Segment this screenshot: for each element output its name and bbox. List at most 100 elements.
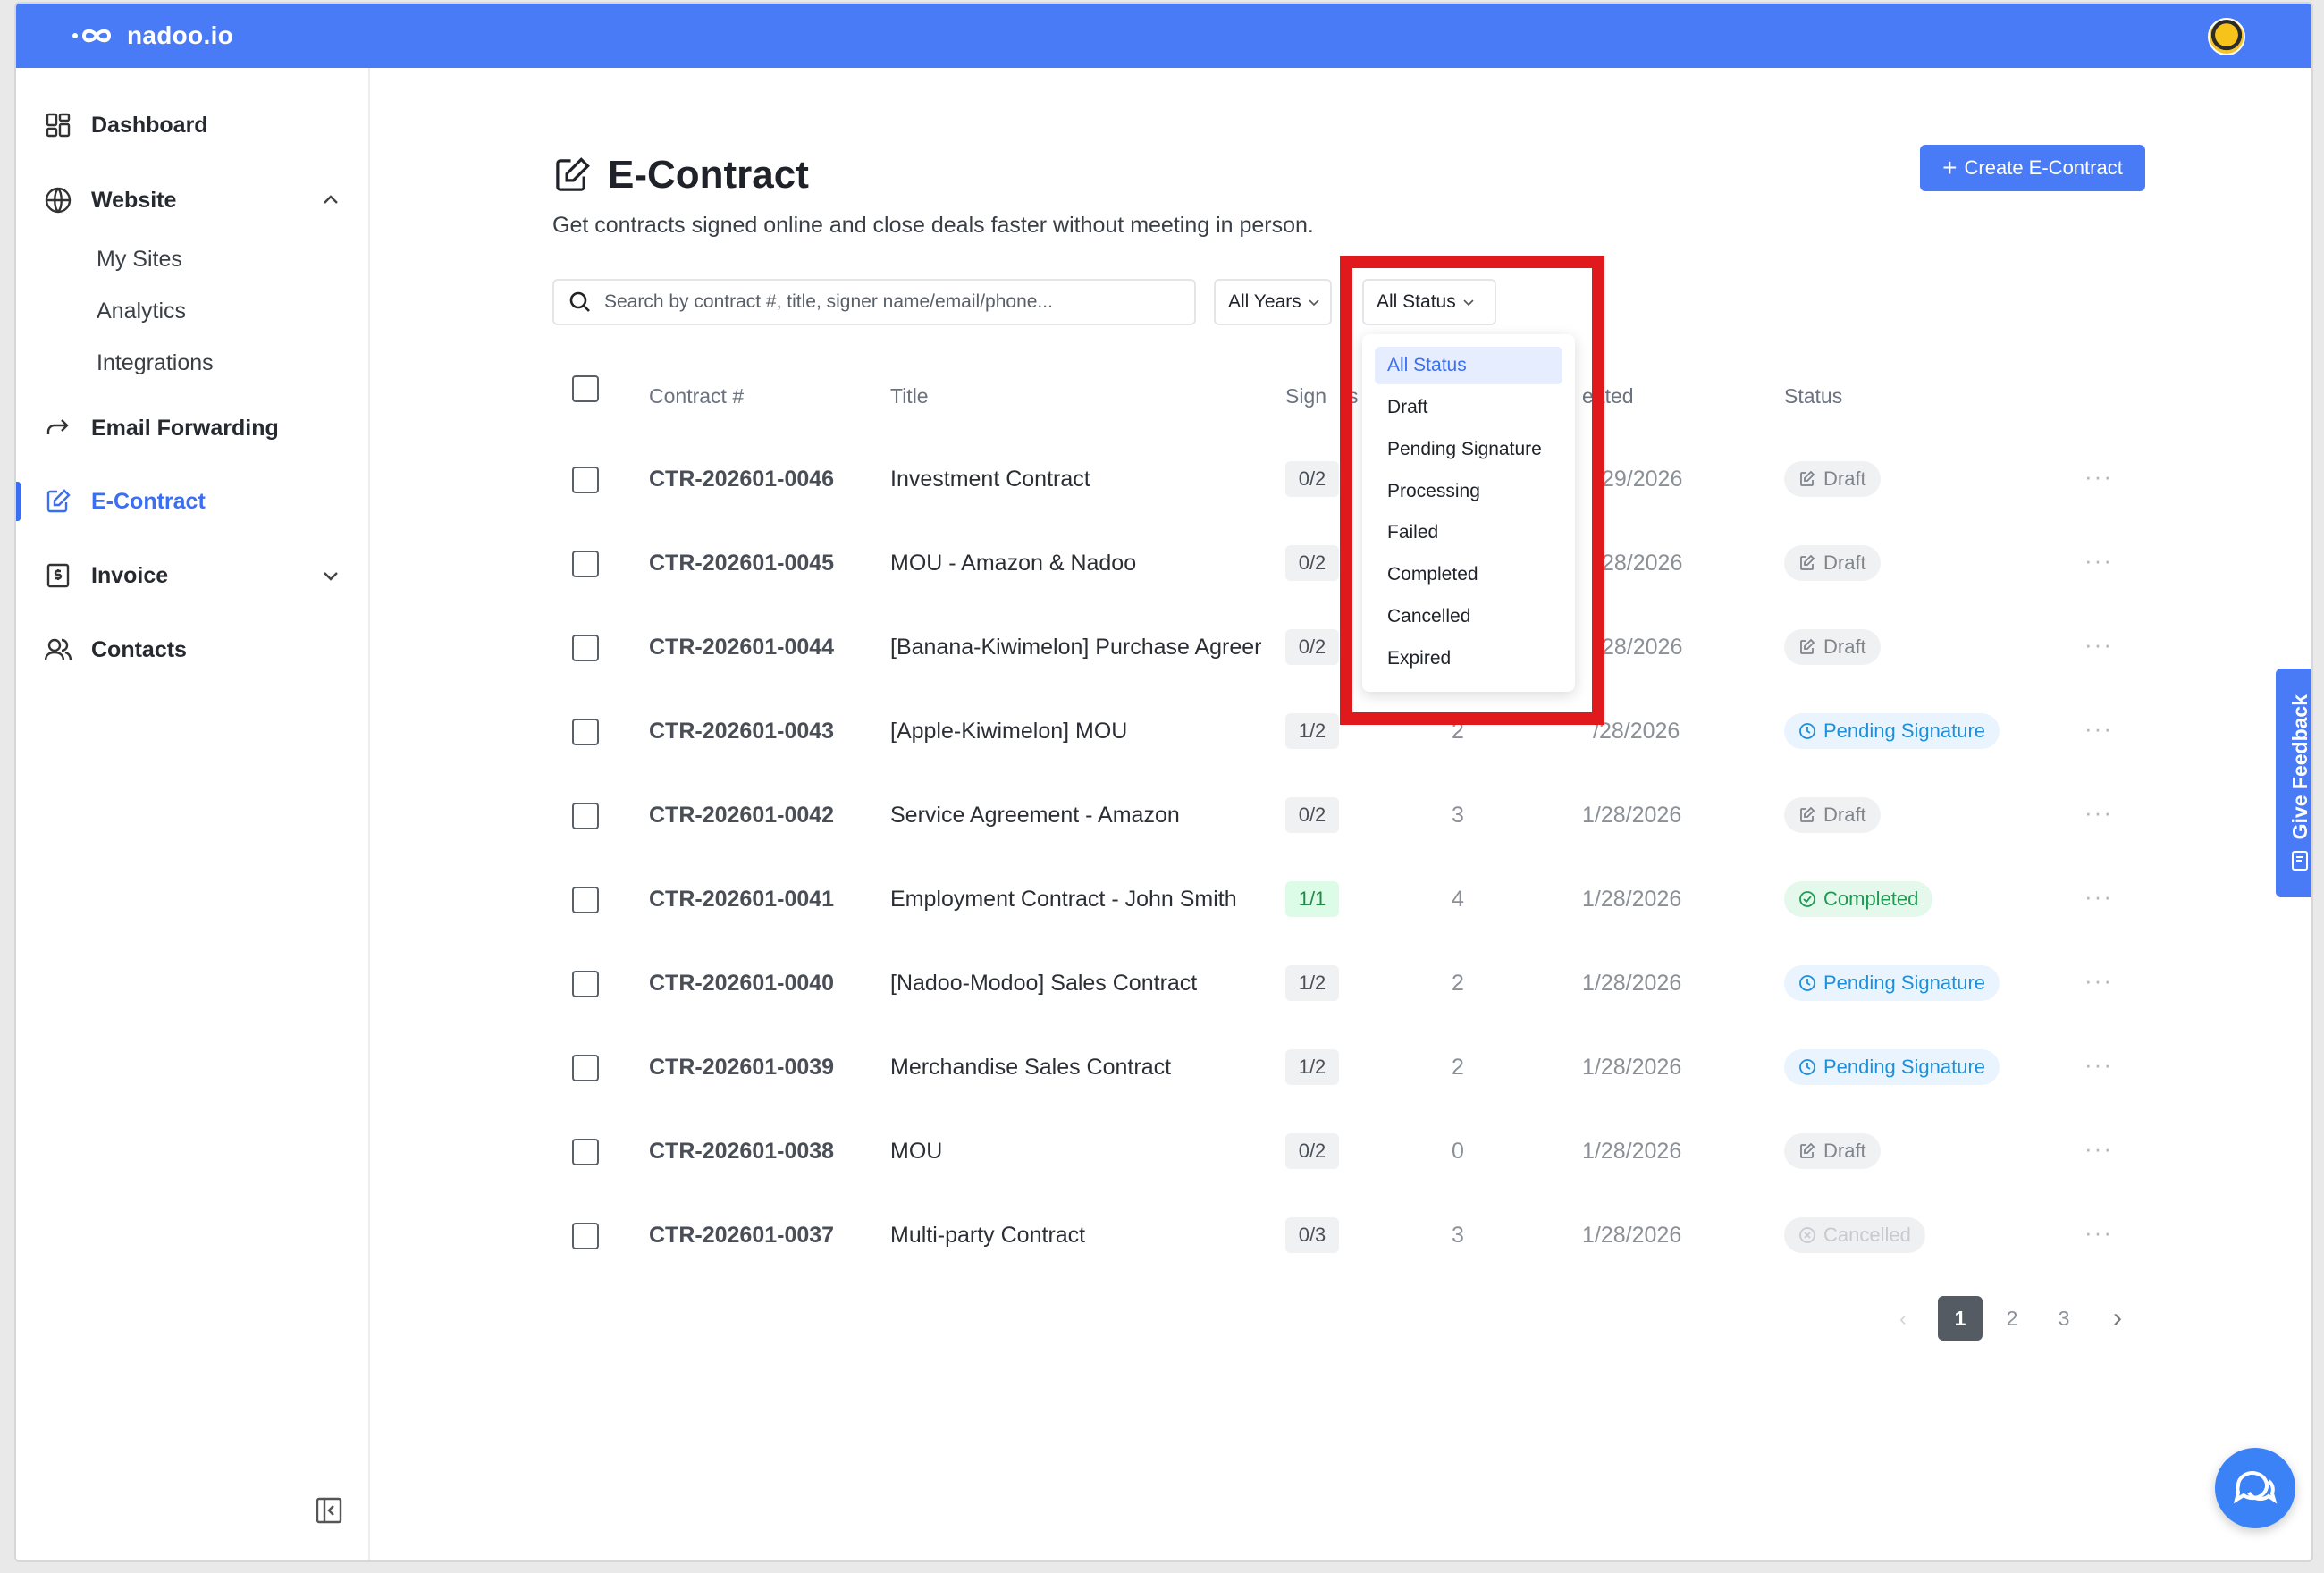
status-option-expired[interactable]: Expired <box>1375 640 1562 677</box>
row-checkbox[interactable] <box>572 719 599 745</box>
contract-title[interactable]: MOU <box>890 1139 1276 1165</box>
contract-title[interactable]: Multi-party Contract <box>890 1223 1276 1249</box>
next-page-button[interactable]: › <box>2095 1296 2140 1341</box>
contract-number[interactable]: CTR-202601-0039 <box>649 1055 834 1081</box>
signed-count-badge: 1/2 <box>1285 713 1339 749</box>
contract-number[interactable]: CTR-202601-0037 <box>649 1223 834 1249</box>
sidebar: Dashboard Website My Sites Analytics Int… <box>16 68 370 1560</box>
contract-title[interactable]: Service Agreement - Amazon <box>890 803 1276 829</box>
column-header-contract[interactable]: Contract # <box>649 384 744 408</box>
status-option-processing[interactable]: Processing <box>1375 473 1562 510</box>
sidebar-item-contacts[interactable]: Contacts <box>16 623 370 677</box>
users-icon <box>43 635 73 665</box>
year-filter-select[interactable]: All Years <box>1214 279 1332 325</box>
row-checkbox[interactable] <box>572 1223 599 1249</box>
signed-count-badge: 0/2 <box>1285 629 1339 665</box>
status-label: Pending Signature <box>1823 719 1986 742</box>
column-header-created[interactable]: eated <box>1582 384 1634 408</box>
column-header-status[interactable]: Status <box>1784 384 1842 408</box>
row-checkbox[interactable] <box>572 1139 599 1165</box>
row-more-actions-button[interactable]: ··· <box>2084 883 2113 911</box>
sidebar-subitem-integrations[interactable]: Integrations <box>97 350 214 376</box>
sidebar-item-website[interactable]: Website <box>16 173 370 227</box>
plus-icon: + <box>1942 154 1958 181</box>
contract-number[interactable]: CTR-202601-0044 <box>649 635 834 660</box>
brand-logo[interactable]: nadoo.io <box>72 4 233 68</box>
row-more-actions-button[interactable]: ··· <box>2084 1219 2113 1247</box>
row-more-actions-button[interactable]: ··· <box>2084 799 2113 827</box>
contract-title[interactable]: MOU - Amazon & Nadoo <box>890 551 1276 576</box>
sidebar-item-email-forwarding[interactable]: Email Forwarding <box>16 401 370 455</box>
give-feedback-tab[interactable]: Give Feedback <box>2276 669 2311 897</box>
contract-title[interactable]: Merchandise Sales Contract <box>890 1055 1276 1081</box>
chat-support-button[interactable] <box>2215 1448 2295 1528</box>
search-box[interactable] <box>552 279 1196 325</box>
contract-number[interactable]: CTR-202601-0046 <box>649 467 834 492</box>
page-title-text: E-Contract <box>608 153 809 197</box>
status-option-all[interactable]: All Status <box>1375 347 1562 384</box>
signed-count-badge: 1/2 <box>1285 1049 1339 1085</box>
clock-icon <box>1798 722 1816 740</box>
row-more-actions-button[interactable]: ··· <box>2084 547 2113 575</box>
page-button-1[interactable]: 1 <box>1938 1296 1983 1341</box>
contract-number[interactable]: CTR-202601-0040 <box>649 971 834 997</box>
contract-number[interactable]: CTR-202601-0038 <box>649 1139 834 1165</box>
contract-number[interactable]: CTR-202601-0041 <box>649 887 834 913</box>
user-avatar[interactable] <box>2208 18 2245 55</box>
row-more-actions-button[interactable]: ··· <box>2084 463 2113 491</box>
sidebar-item-label: Dashboard <box>91 112 208 138</box>
search-input[interactable] <box>604 291 1158 313</box>
created-date: 1/28/2026 <box>1582 1055 1682 1080</box>
page-button-3[interactable]: 3 <box>2042 1296 2086 1341</box>
status-badge: Draft <box>1784 545 1881 581</box>
row-more-actions-button[interactable]: ··· <box>2084 715 2113 743</box>
sidebar-subitem-analytics[interactable]: Analytics <box>97 299 186 324</box>
status-option-completed[interactable]: Completed <box>1375 556 1562 593</box>
row-more-actions-button[interactable]: ··· <box>2084 1135 2113 1163</box>
row-checkbox[interactable] <box>572 1055 599 1081</box>
contract-number[interactable]: CTR-202601-0042 <box>649 803 834 829</box>
sidebar-item-label: Email Forwarding <box>91 415 279 441</box>
prev-page-button[interactable]: ‹ <box>1881 1296 1925 1341</box>
signed-count-badge: 1/1 <box>1285 881 1339 917</box>
row-checkbox[interactable] <box>572 803 599 829</box>
column-header-title[interactable]: Title <box>890 384 929 408</box>
contract-title[interactable]: Investment Contract <box>890 467 1276 492</box>
create-e-contract-button[interactable]: + Create E-Contract <box>1920 145 2145 191</box>
status-option-pending-signature[interactable]: Pending Signature <box>1375 431 1562 468</box>
row-checkbox[interactable] <box>572 887 599 913</box>
sidebar-item-dashboard[interactable]: Dashboard <box>16 98 370 152</box>
contract-title[interactable]: Employment Contract - John Smith <box>890 887 1276 913</box>
row-more-actions-button[interactable]: ··· <box>2084 1051 2113 1079</box>
contract-number[interactable]: CTR-202601-0045 <box>649 551 834 576</box>
contract-number[interactable]: CTR-202601-0043 <box>649 719 834 744</box>
status-option-draft[interactable]: Draft <box>1375 389 1562 426</box>
row-more-actions-button[interactable]: ··· <box>2084 631 2113 659</box>
sidebar-subitem-my-sites[interactable]: My Sites <box>97 247 182 273</box>
contract-title[interactable]: [Apple-Kiwimelon] MOU <box>890 719 1276 744</box>
status-filter-select[interactable]: All Status <box>1362 279 1496 325</box>
sidebar-item-e-contract[interactable]: E-Contract <box>16 475 370 528</box>
page-button-2[interactable]: 2 <box>1990 1296 2034 1341</box>
signer-count: 0 <box>1452 1139 1464 1164</box>
collapse-sidebar-icon[interactable] <box>315 1496 343 1525</box>
sidebar-item-invoice[interactable]: Invoice <box>16 549 370 602</box>
status-label: Draft <box>1823 467 1866 490</box>
row-checkbox[interactable] <box>572 467 599 493</box>
signed-count-badge: 0/2 <box>1285 797 1339 833</box>
signed-count-badge: 0/2 <box>1285 1133 1339 1169</box>
select-all-checkbox[interactable] <box>572 375 599 402</box>
sidebar-item-label: E-Contract <box>91 488 206 514</box>
contract-title[interactable]: [Nadoo-Modoo] Sales Contract <box>890 971 1276 997</box>
created-date: 1/28/2026 <box>1582 887 1682 912</box>
row-more-actions-button[interactable]: ··· <box>2084 967 2113 995</box>
main-content: E-Contract Get contracts signed online a… <box>372 68 2311 1560</box>
row-checkbox[interactable] <box>572 971 599 997</box>
column-header-signed[interactable]: Sign <box>1285 384 1326 408</box>
clock-icon <box>1798 1058 1816 1076</box>
status-option-cancelled[interactable]: Cancelled <box>1375 598 1562 635</box>
status-option-failed[interactable]: Failed <box>1375 514 1562 551</box>
row-checkbox[interactable] <box>572 551 599 577</box>
row-checkbox[interactable] <box>572 635 599 661</box>
contract-title[interactable]: [Banana-Kiwimelon] Purchase Agreer <box>890 635 1276 660</box>
